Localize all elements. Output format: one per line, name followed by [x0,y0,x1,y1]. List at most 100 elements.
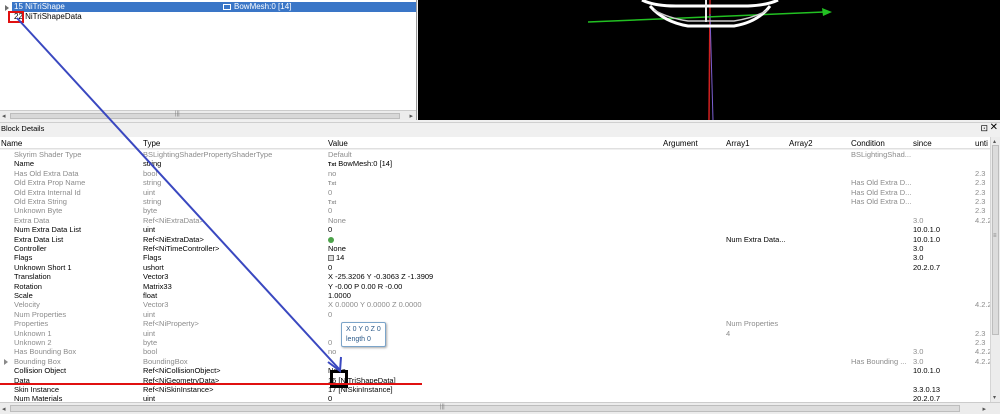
table-row[interactable]: Translation Vector3 X -25.3206 Y -0.3063 Z… [0,272,990,281]
scrollbar-thumb[interactable] [10,405,960,412]
grip-icon: ||| [175,111,180,117]
table-row[interactable]: Flags Flags 14 3.0 [0,253,990,262]
cell-name: Skin Instance [14,385,60,394]
column-header-type[interactable]: Type [143,139,160,148]
column-header-name[interactable]: Name [1,139,22,148]
cell-type: bool [143,347,158,357]
table-row[interactable]: Rotation Matrix33 Y -0.00 P 0.00 R -0.00 [0,282,990,291]
cell-value[interactable]: Default [328,150,658,159]
cell-name: Old Extra String [14,197,67,206]
table-row[interactable]: Num Extra Data List uint 0 10.0.1.0 [0,225,990,234]
cell-since: 3.0 [913,347,924,357]
cell-value-text: 14 [336,253,345,263]
scroll-left-icon[interactable]: ◂ [2,112,6,120]
cell-name: Num Materials [14,394,63,402]
cell-name: Translation [14,272,51,282]
cell-value[interactable]: X 0.0000 Y 0.0000 Z 0.0000 [328,300,658,309]
scroll-right-icon[interactable]: ▸ [982,405,986,413]
cell-value[interactable]: X -25.3206 Y -0.3063 Z -1.3909 [328,272,658,281]
cell-value[interactable]: None [328,244,658,253]
column-header-since[interactable]: since [913,139,932,148]
cell-value[interactable]: 0 [328,310,658,319]
column-header-array1[interactable]: Array1 [726,139,750,148]
cell-type: uint [143,328,156,338]
cell-value[interactable]: 0 [328,206,658,215]
table-row[interactable]: Properties Ref<NiProperty> Num Properties [0,319,990,328]
cell-name: Scale [14,291,33,300]
column-header-until[interactable]: unti [975,139,988,148]
cell-name: Unknown Byte [14,206,63,216]
cell-arr1: Num Extra Data... [726,234,786,244]
undock-icon[interactable]: ⊡ [980,123,988,134]
scroll-down-icon[interactable]: ▾ [993,394,996,401]
cell-value[interactable] [328,235,658,244]
block-tree-panel[interactable]: 15 NiTriShape BowMesh:0 [14] 22 NiTriSha… [0,0,417,120]
cell-value[interactable]: 16 [NiTriShapeData] [328,376,658,385]
cell-value[interactable]: no [328,169,658,178]
details-vertical-scrollbar[interactable]: ▴ ≡ ▾ [990,137,1000,402]
cell-value[interactable]: 0 [328,263,658,272]
table-row[interactable]: Num Materials uint 0 20.2.0.7 [0,394,990,402]
table-row[interactable]: Collision Object Ref<NiCollisionObject> No… [0,366,990,375]
cell-value-text: 0 [328,309,333,319]
table-row[interactable]: Unknown 2 byte 0 2.3 [0,338,990,347]
column-header-value[interactable]: Value [328,139,348,148]
cell-name: Velocity [14,300,40,310]
cell-type: Matrix33 [143,281,172,291]
table-row[interactable]: Data Ref<NiGeometryData> 16 [NiTriShapeDat… [0,376,990,385]
table-row[interactable]: Extra Data Ref<NiExtraData> None 3.0 4.2.2 [0,216,990,225]
table-row[interactable]: Old Extra Internal Id uint 0 Has Old Extra … [0,188,990,197]
cell-type: byte [143,338,158,347]
link-icon [328,236,334,243]
scroll-right-icon[interactable]: ▸ [409,112,413,120]
panel-title: Block Details [1,124,45,133]
table-row[interactable]: Num Properties uint 0 [0,310,990,319]
details-table-body[interactable]: Skyrim Shader Type BSLightingShaderProper… [0,150,990,402]
table-row[interactable]: Skin Instance Ref<NiSkinInstance> 17 [NiSk… [0,385,990,394]
expand-arrow-icon[interactable] [4,358,8,365]
tree-row-nitrishape[interactable]: 15 NiTriShape BowMesh:0 [14] [5,2,416,12]
cell-name: Extra Data [14,215,50,225]
cell-value[interactable]: 1.0000 [328,291,658,300]
table-row[interactable]: Old Extra Prop Name string Txt Has Old Extr… [0,178,990,187]
cell-value[interactable]: 17 [NiSkinInstance] [328,385,658,394]
table-row[interactable]: Skyrim Shader Type BSLightingShaderProper… [0,150,990,159]
cell-value[interactable]: 14 [328,253,658,262]
tree-horizontal-scrollbar[interactable]: ◂ ||| ▸ [0,110,416,120]
cell-value[interactable]: 0 [328,394,658,402]
cell-value[interactable]: Y -0.00 P 0.00 R -0.00 [328,282,658,291]
details-horizontal-scrollbar[interactable]: ◂ ||| ▸ [0,402,1000,414]
tree-row-value: BowMesh:0 [14] [223,2,291,12]
table-row[interactable]: Extra Data List Ref<NiExtraData> Num Extra… [0,235,990,244]
cell-value[interactable]: 0 [328,188,658,197]
cell-value[interactable]: no [328,347,658,356]
cell-value-text: X 0.0000 Y 0.0000 Z 0.0000 [328,300,422,310]
cell-value-text: 1.0000 [328,291,351,300]
cell-since: 3.0 [913,356,924,366]
table-row[interactable]: Velocity Vector3 X 0.0000 Y 0.0000 Z 0.000… [0,300,990,309]
render-viewport[interactable] [418,0,1000,120]
close-icon[interactable]: ✕ [990,122,998,133]
scroll-left-icon[interactable]: ◂ [2,405,6,413]
table-row[interactable]: Old Extra String string Txt Has Old Extra D… [0,197,990,206]
cell-name: Unknown 1 [14,328,52,338]
scrollbar-thumb[interactable] [992,145,999,335]
table-row[interactable]: Unknown Byte byte 0 2.3 [0,206,990,215]
table-row[interactable]: Unknown 1 uint 4 2.3 [0,329,990,338]
column-header-array2[interactable]: Array2 [789,139,813,148]
scroll-up-icon[interactable]: ▴ [993,138,996,145]
table-row[interactable]: Name string Txt BowMesh:0 [14] [0,159,990,168]
table-row[interactable]: Has Bounding Box bool no 3.0 4.2.2 [0,347,990,356]
column-header-argument[interactable]: Argument [663,139,698,148]
cell-value[interactable]: 0 [328,225,658,234]
table-row[interactable]: Scale float 1.0000 [0,291,990,300]
scrollbar-thumb[interactable] [10,113,400,119]
table-row[interactable]: Controller Ref<NiTimeController> None 3.0 [0,244,990,253]
column-header-condition[interactable]: Condition [851,139,885,148]
cell-value[interactable]: None [328,366,658,375]
table-row[interactable]: Unknown Short 1 ushort 0 20.2.0.7 [0,263,990,272]
table-row[interactable]: Has Old Extra Data bool no 2.3 [0,169,990,178]
table-row[interactable]: Bounding Box BoundingBox Has Bounding ... 3… [0,357,990,366]
value-tooltip: X 0 Y 0 Z 0 length 0 [341,322,386,347]
cell-value[interactable]: None [328,216,658,225]
